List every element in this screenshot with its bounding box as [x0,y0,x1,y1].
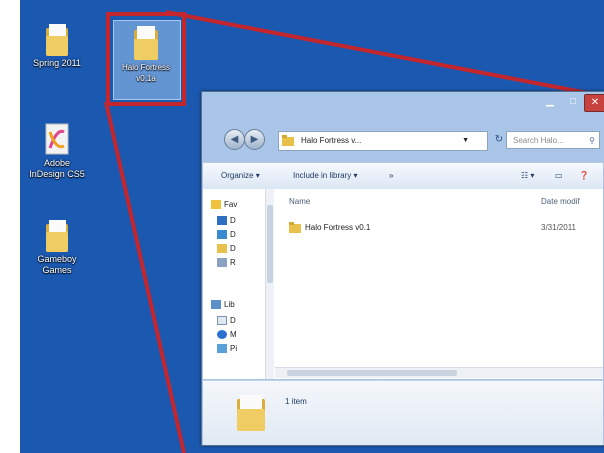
folder-icon [217,244,227,254]
file-date: 3/31/2011 [541,223,576,232]
desktop-icon-gameboy-games[interactable]: Gameboy Games [26,218,88,276]
nav-fav-item[interactable]: D [217,243,236,255]
back-button[interactable]: ◀ [224,129,245,150]
desktop-icon [217,216,227,226]
list-item[interactable]: Halo Fortress v0.1 [289,221,370,235]
desktop: Spring 2011 Halo Fortress v0.1a Adobe In… [20,0,604,453]
folder-icon [237,395,265,431]
more-options-button[interactable]: » [389,163,393,189]
title-bar[interactable]: ▁ □ ✕ [202,92,604,119]
address-bar[interactable]: Halo Fortress v... ▼ [278,131,488,151]
nav-lib-item[interactable]: M [217,329,237,341]
column-header-date[interactable]: Date modif [541,197,580,206]
nav-scrollbar[interactable] [265,189,274,379]
pictures-icon [217,344,227,354]
nav-fav-item[interactable]: R [217,257,236,269]
minimize-button[interactable]: ▁ [538,94,562,110]
command-bar: Organize ▾ Include in library ▾ » ☷ ▾ ▭ … [203,162,603,190]
music-icon [217,330,227,340]
folder-icon [46,220,68,252]
library-icon [211,300,221,310]
views-icon[interactable]: ☷ ▾ [521,163,534,189]
navigation-pane: Fav D D D R Lib D M Pi [203,189,274,379]
search-placeholder: Search Halo... [513,136,564,145]
file-list: Name Date modif Halo Fortress v0.1 3/31/… [275,189,603,379]
folder-icon [46,24,68,56]
file-name: Halo Fortress v0.1 [305,223,371,232]
desktop-icon-label: Gameboy Games [37,254,77,275]
maximize-button[interactable]: □ [562,94,584,110]
star-icon [211,200,221,210]
details-pane: 1 item [203,380,603,445]
downloads-icon [217,230,227,240]
indesign-icon [45,123,69,155]
include-in-library-button[interactable]: Include in library ▾ [293,163,358,189]
desktop-icon-label: Adobe InDesign CS5 [29,158,85,179]
close-button[interactable]: ✕ [584,94,604,112]
zoom-callout-box [106,12,186,106]
recent-places-icon [217,258,227,268]
horizontal-scrollbar[interactable] [275,367,603,378]
folder-icon [282,135,294,146]
forward-button[interactable]: ▶ [244,129,265,150]
desktop-icon-spring-2011[interactable]: Spring 2011 [26,22,88,69]
search-icon: ⚲ [589,136,595,145]
column-header-name[interactable]: Name [289,197,310,206]
desktop-icon-label: Spring 2011 [33,58,81,68]
nav-libraries[interactable]: Lib [211,299,235,311]
address-path: Halo Fortress v... [301,136,362,145]
folder-icon [289,222,301,234]
address-row: ◀ ▶ Halo Fortress v... ▼ ↻ Search Halo..… [202,122,604,156]
nav-fav-item[interactable]: D [217,215,236,227]
explorer-window: ▁ □ ✕ ◀ ▶ Halo Fortress v... ▼ ↻ Search … [201,91,604,446]
search-input[interactable]: Search Halo... ⚲ [506,131,600,149]
chevron-down-icon[interactable]: ▼ [462,132,469,150]
organize-button[interactable]: Organize ▾ [221,163,260,189]
help-icon[interactable]: ❓ [579,163,589,189]
desktop-icon-adobe-indesign[interactable]: Adobe InDesign CS5 [26,120,88,180]
documents-icon [217,316,227,326]
nav-fav-item[interactable]: D [217,229,236,241]
nav-lib-item[interactable]: D [217,315,236,327]
preview-pane-icon[interactable]: ▭ [555,163,563,189]
content-area: Fav D D D R Lib D M Pi Name Date modif H [203,189,603,379]
nav-favorites[interactable]: Fav [211,199,237,211]
scroll-thumb[interactable] [267,205,273,283]
nav-lib-item[interactable]: Pi [217,343,237,355]
scroll-thumb[interactable] [287,370,457,376]
item-count: 1 item [285,397,307,406]
